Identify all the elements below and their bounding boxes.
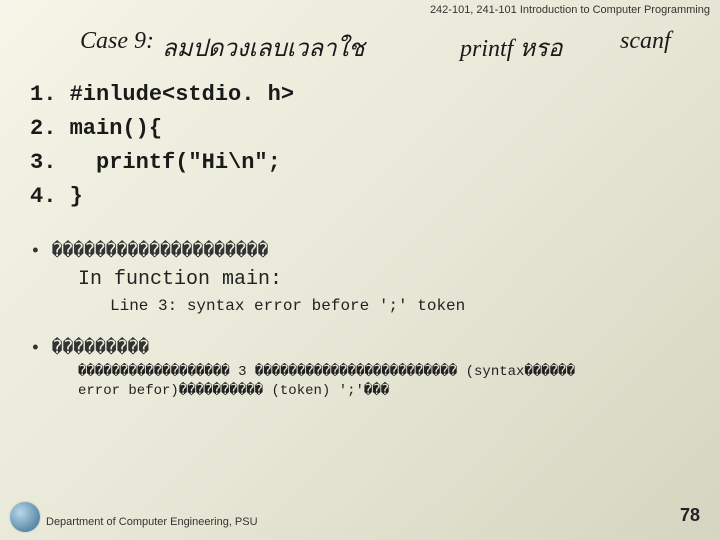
- bullet-2-line1: ������������������ 3 �������������������…: [78, 364, 575, 380]
- page-number: 78: [680, 505, 700, 526]
- course-code-header: 242-101, 241-101 Introduction to Compute…: [430, 4, 710, 16]
- code-line-1: 1. #inlude<stdio. h>: [30, 82, 294, 107]
- slide-title: Case 9: ลมปดวงเลบเวลาใช printf หรอ scanf: [80, 28, 680, 67]
- bullet-1-header: • ��������������������: [30, 240, 710, 262]
- bullet-1-subtext: In function main:: [78, 268, 710, 291]
- bullet-1-error-line: Line 3: syntax error before ';' token: [110, 297, 710, 315]
- title-printf: printf หรอ: [460, 28, 562, 67]
- title-thai-text: ลมปดวงเลบเวลาใช: [162, 28, 365, 67]
- case-label: Case 9:: [80, 28, 154, 67]
- bullet-section: • �������������������� In function main:…: [30, 240, 710, 401]
- department-footer: Department of Computer Engineering, PSU: [46, 516, 258, 528]
- code-line-3: 3. printf("Hi\n";: [30, 150, 281, 175]
- bullet-2-line2: error befor)���������� (token) ';'���: [78, 383, 389, 399]
- code-line-2: 2. main(){: [30, 116, 162, 141]
- title-scanf: scanf: [620, 28, 671, 55]
- code-block: 1. #inlude<stdio. h> 2. main(){ 3. print…: [30, 78, 294, 214]
- bullet-2-header: • ���������: [30, 337, 710, 359]
- code-line-4: 4. }: [30, 184, 83, 209]
- psu-logo-icon: [10, 502, 40, 532]
- bullet-2-body: ������������������ 3 �������������������…: [78, 363, 710, 401]
